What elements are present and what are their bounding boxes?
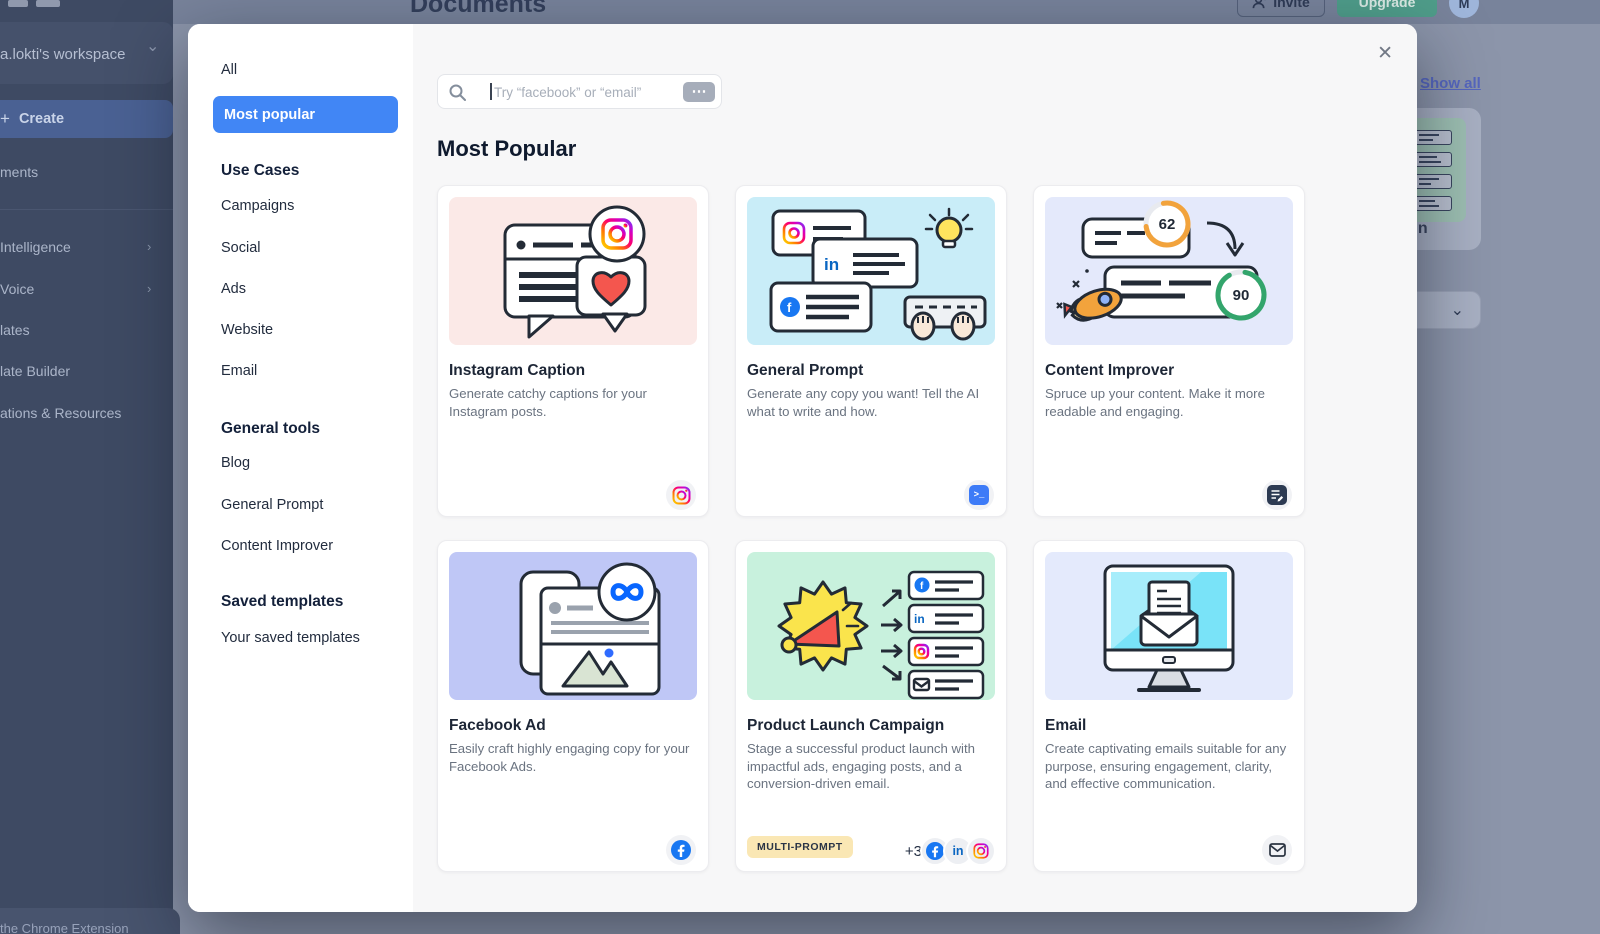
card-illustration — [449, 197, 697, 345]
create-label: Create — [19, 111, 64, 127]
card-title: Facebook Ad — [449, 717, 546, 735]
chevron-down-icon: ⌄ — [146, 36, 159, 56]
invite-label: Invite — [1273, 0, 1310, 10]
sidebar-item-resources[interactable]: ations & Resources — [0, 405, 121, 421]
template-card-email[interactable]: Email Create captivating emails suitable… — [1033, 540, 1305, 872]
template-card-product-launch[interactable]: f in Produc — [735, 540, 1007, 872]
product-launch-illustration: f in — [747, 552, 995, 700]
card-description: Easily craft highly engaging copy for yo… — [449, 740, 693, 775]
card-illustration: in f — [747, 197, 995, 345]
sidebar-item-documents[interactable]: ments — [0, 164, 38, 180]
nav-social[interactable]: Social — [221, 240, 261, 256]
card-description: Stage a successful product launch with i… — [747, 740, 991, 793]
card-illustration — [449, 552, 697, 700]
sidebar-item-templates[interactable]: lates — [0, 322, 30, 338]
nav-website[interactable]: Website — [221, 322, 273, 338]
nav-content-improver[interactable]: Content Improver — [221, 538, 333, 554]
template-card-facebook-ad[interactable]: Facebook Ad Easily craft highly engaging… — [437, 540, 709, 872]
nav-all[interactable]: All — [221, 62, 237, 78]
card-title: Content Improver — [1045, 362, 1174, 380]
logo-fragment — [8, 0, 28, 7]
chevron-right-icon: › — [147, 281, 151, 296]
content-improver-illustration: 62 90 — [1045, 197, 1293, 345]
template-card-general-prompt[interactable]: in f — [735, 185, 1007, 517]
sidebar-item-intelligence[interactable]: Intelligence — [0, 239, 71, 255]
sidebar: a.lokti's workspace ⌄ + Create ments Int… — [0, 0, 173, 934]
svg-text:in: in — [914, 612, 925, 626]
general-prompt-illustration: in f — [747, 197, 995, 345]
create-button[interactable]: + Create — [0, 100, 173, 138]
nav-blog[interactable]: Blog — [221, 455, 250, 471]
show-all-link[interactable]: Show all — [1420, 75, 1481, 92]
chevron-right-icon: › — [147, 239, 151, 254]
terminal-icon: >_ — [964, 480, 994, 510]
page-title: Documents — [410, 0, 546, 19]
card-description: Create captivating emails suitable for a… — [1045, 740, 1289, 793]
nav-general-prompt[interactable]: General Prompt — [221, 497, 323, 513]
multi-prompt-badge: MULTI-PROMPT — [747, 836, 853, 858]
divider — [0, 209, 173, 210]
invite-button[interactable]: Invite — [1237, 0, 1325, 17]
search-icon — [449, 84, 466, 101]
card-illustration: 62 90 — [1045, 197, 1293, 345]
logo-fragment — [36, 0, 60, 7]
search-input[interactable] — [492, 75, 676, 110]
card-illustration: f in — [747, 552, 995, 700]
card-description: Spruce up your content. Make it more rea… — [1045, 385, 1289, 420]
template-card-instagram-caption[interactable]: Instagram Caption Generate catchy captio… — [437, 185, 709, 517]
app-root: Documents Invite Upgrade M Show all paig… — [0, 0, 1600, 934]
facebook-ad-illustration — [449, 552, 697, 700]
nav-heading-use-cases: Use Cases — [221, 162, 299, 180]
upgrade-button[interactable]: Upgrade — [1337, 0, 1437, 17]
svg-text:f: f — [787, 300, 792, 315]
instagram-icon — [666, 480, 696, 510]
modal-content: ✕ ⋯ Most Popular — [413, 24, 1417, 912]
card-illustration — [1045, 552, 1293, 700]
search-bar: ⋯ — [437, 74, 722, 109]
workspace-selector[interactable]: a.lokti's workspace ⌄ — [0, 22, 173, 84]
instagram-icon — [966, 836, 996, 866]
facebook-icon — [666, 835, 696, 865]
card-title: Email — [1045, 717, 1086, 735]
email-icon — [1262, 835, 1292, 865]
nav-ads[interactable]: Ads — [221, 281, 246, 297]
close-icon[interactable]: ✕ — [1377, 42, 1393, 65]
email-illustration — [1045, 552, 1293, 700]
card-title: Product Launch Campaign — [747, 717, 944, 735]
card-title: Instagram Caption — [449, 362, 585, 380]
search-more-icon[interactable]: ⋯ — [683, 82, 715, 102]
sidebar-item-template-builder[interactable]: late Builder — [0, 363, 70, 379]
nav-campaigns[interactable]: Campaigns — [221, 198, 294, 214]
modal-nav: All Most popular Use Cases Campaigns Soc… — [188, 24, 414, 912]
nav-heading-general-tools: General tools — [221, 420, 320, 438]
card-description: Generate any copy you want! Tell the AI … — [747, 385, 991, 420]
invite-person-icon — [1252, 0, 1267, 9]
nav-heading-saved-templates: Saved templates — [221, 593, 343, 611]
section-heading: Most Popular — [437, 136, 576, 162]
svg-text:90: 90 — [1233, 287, 1250, 304]
svg-text:62: 62 — [1159, 216, 1176, 233]
card-platform-icons: +3 in — [905, 836, 996, 866]
card-title: General Prompt — [747, 362, 863, 380]
workspace-name: a.lokti's workspace — [0, 46, 125, 63]
card-description: Generate catchy captions for your Instag… — [449, 385, 693, 420]
nav-your-saved-templates[interactable]: Your saved templates — [221, 630, 360, 646]
nav-email[interactable]: Email — [221, 363, 257, 379]
instagram-caption-illustration — [449, 197, 697, 345]
content-improver-icon — [1262, 480, 1292, 510]
chrome-extension-label: the Chrome Extension — [0, 921, 129, 934]
chevron-down-icon: ⌄ — [1451, 300, 1464, 320]
plus-icon: + — [0, 109, 10, 129]
chrome-extension-panel[interactable]: the Chrome Extension — [0, 908, 180, 934]
svg-text:in: in — [824, 255, 839, 274]
template-card-content-improver[interactable]: 62 90 — [1033, 185, 1305, 517]
nav-most-popular[interactable]: Most popular — [213, 96, 398, 133]
sidebar-item-voice[interactable]: Voice — [0, 281, 34, 297]
template-modal: All Most popular Use Cases Campaigns Soc… — [188, 24, 1417, 912]
